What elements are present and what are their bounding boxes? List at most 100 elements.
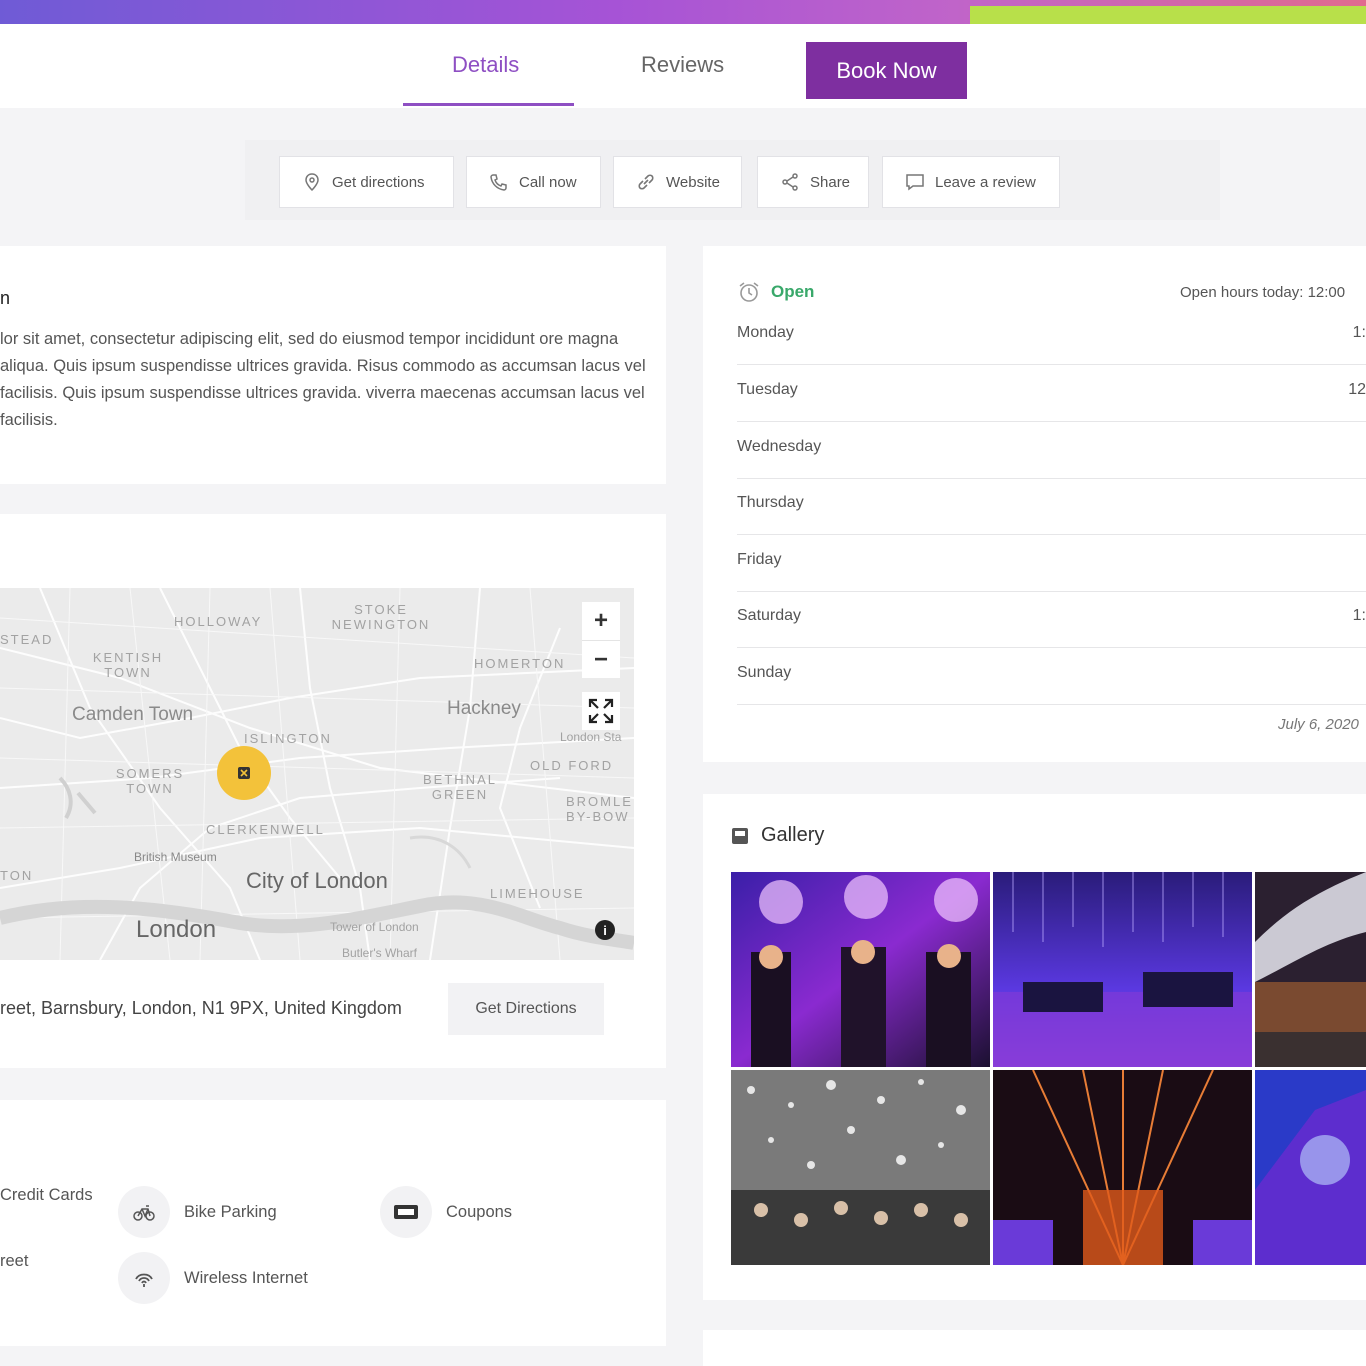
get-directions-label: Get directions — [332, 173, 425, 191]
map-label: City of London — [246, 868, 388, 893]
map-label: London — [136, 916, 217, 943]
share-button[interactable]: Share — [757, 156, 869, 208]
venue-marker-icon — [238, 767, 250, 779]
share-label: Share — [810, 173, 851, 191]
map-label: Butler's Wharf — [342, 946, 417, 960]
map-label: TON — [0, 868, 34, 883]
day-name: Friday — [737, 551, 782, 568]
comment-icon — [906, 174, 924, 191]
tab-reviews[interactable]: Reviews — [641, 52, 724, 78]
map-label: HOMERTON — [474, 656, 566, 671]
gallery-image[interactable] — [731, 1070, 990, 1265]
day-hours: 1: — [1352, 607, 1366, 624]
description-text: lor sit amet, consectetur adipiscing eli… — [0, 330, 646, 429]
amenity-label: reet — [0, 1252, 29, 1270]
alarm-clock-icon — [739, 282, 759, 302]
phone-icon — [490, 174, 507, 191]
map-label: CLERKENWELL — [206, 822, 325, 837]
map[interactable]: HOLLOWAY STOKE NEWINGTON STEAD KENTISH T… — [0, 588, 634, 960]
gallery-image[interactable] — [993, 1070, 1252, 1265]
call-now-button[interactable]: Call now — [466, 156, 601, 208]
hours-row: Monday 1: — [737, 308, 1366, 365]
day-hours: 1: — [1352, 324, 1366, 341]
day-name: Saturday — [737, 607, 802, 624]
book-now-button[interactable]: Book Now — [806, 42, 967, 99]
coupon-icon — [380, 1186, 432, 1238]
map-label: SOMERS TOWN — [115, 766, 185, 796]
day-name: Tuesday — [737, 381, 798, 398]
amenity-bike-parking: Bike Parking — [118, 1186, 277, 1238]
active-tab-indicator — [403, 103, 574, 106]
website-label: Website — [666, 173, 720, 191]
leave-review-label: Leave a review — [935, 173, 1036, 191]
map-pin-icon — [305, 173, 319, 192]
wifi-icon — [118, 1252, 170, 1304]
map-label: BROMLE BY-BOW — [566, 794, 633, 824]
open-status-label: Open — [771, 282, 815, 301]
get-directions-address-button[interactable]: Get Directions — [448, 983, 604, 1035]
map-label: Camden Town — [72, 704, 194, 725]
gallery-heading: Gallery — [731, 824, 824, 847]
listing-tab-bar: Details Reviews Book Now — [0, 24, 1366, 108]
tab-details[interactable]: Details — [452, 52, 519, 78]
call-now-label: Call now — [519, 173, 577, 191]
leave-review-button[interactable]: Leave a review — [882, 156, 1060, 208]
amenity-label: Bike Parking — [184, 1202, 277, 1221]
hours-row: Friday — [737, 535, 1366, 592]
hours-row: Thursday — [737, 478, 1366, 535]
share-icon — [782, 173, 798, 191]
map-label: Tower of London — [330, 920, 419, 934]
opening-status: Open — [737, 280, 814, 304]
amenity-coupons: Coupons — [380, 1186, 512, 1238]
hours-row: Wednesday — [737, 422, 1366, 479]
amenities-card — [0, 1100, 666, 1346]
map-label: LIMEHOUSE — [490, 886, 585, 901]
link-icon — [638, 174, 654, 190]
hours-updated-date: July 6, 2020 — [1278, 716, 1359, 733]
map-label: OLD FORD — [530, 758, 614, 773]
amenity-label: Coupons — [446, 1202, 513, 1221]
hours-row: Tuesday 12 — [737, 365, 1366, 422]
fullscreen-icon — [588, 698, 614, 724]
amenity-label: Wireless Internet — [184, 1268, 308, 1287]
map-streets — [0, 588, 634, 960]
day-name: Sunday — [737, 664, 792, 681]
gallery-image[interactable] — [993, 872, 1252, 1067]
day-name: Wednesday — [737, 438, 822, 455]
gallery-image[interactable] — [1255, 1070, 1366, 1265]
description-title: n — [0, 288, 11, 308]
hours-row: Saturday 1: — [737, 591, 1366, 648]
amenity-street: reet — [0, 1252, 28, 1271]
top-accent-strip — [970, 6, 1366, 24]
amenity-label: Credit Cards — [0, 1186, 93, 1204]
bike-icon — [118, 1186, 170, 1238]
map-label: London Sta — [560, 730, 622, 744]
gallery-image[interactable] — [731, 872, 990, 1067]
venue-address: reet, Barnsbury, London, N1 9PX, United … — [0, 998, 402, 1018]
open-hours-today: Open hours today: 12:00 — [1180, 284, 1346, 301]
amenity-credit-cards: Credit Cards — [0, 1186, 93, 1205]
video-card — [703, 1330, 1366, 1366]
map-label: KENTISH TOWN — [92, 650, 164, 680]
map-label: British Museum — [134, 850, 217, 864]
map-label: ISLINGTON — [244, 731, 332, 746]
zoom-out-button[interactable]: − — [582, 640, 620, 678]
description-card: n lor sit amet, consectetur adipiscing e… — [0, 246, 666, 484]
day-name: Monday — [737, 324, 794, 341]
top-gradient-bar — [0, 0, 1366, 24]
map-info-button[interactable]: i — [595, 920, 615, 940]
website-button[interactable]: Website — [613, 156, 742, 208]
gallery-image[interactable] — [1255, 872, 1366, 1067]
fullscreen-button[interactable] — [582, 692, 620, 730]
hours-row: Sunday — [737, 648, 1366, 705]
get-directions-button[interactable]: Get directions — [279, 156, 454, 208]
day-name: Thursday — [737, 494, 804, 511]
amenity-wireless-internet: Wireless Internet — [118, 1252, 308, 1304]
map-label: STEAD — [0, 632, 54, 647]
map-label: BETHNAL GREEN — [423, 772, 497, 802]
venue-map-marker[interactable] — [217, 746, 271, 800]
day-hours: 12 — [1348, 381, 1366, 398]
map-label: HOLLOWAY — [174, 614, 263, 629]
image-icon — [732, 827, 748, 844]
zoom-in-button[interactable]: + — [582, 602, 620, 640]
